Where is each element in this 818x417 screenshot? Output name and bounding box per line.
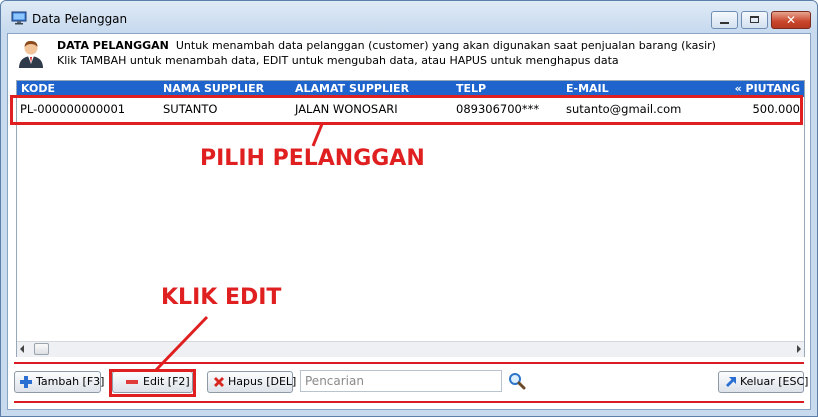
close-icon: ✕ [785, 13, 797, 27]
minimize-button[interactable] [711, 11, 738, 29]
magnifier-icon[interactable] [508, 372, 526, 390]
horizontal-scrollbar[interactable] [17, 341, 804, 357]
maximize-icon [750, 16, 759, 23]
x-icon [214, 377, 224, 387]
plus-icon [20, 376, 32, 388]
select-row-highlight [10, 95, 803, 125]
window-title: Data Pelanggan [32, 12, 128, 26]
minimize-icon [720, 22, 729, 24]
header-description: Untuk menambah data pelanggan (customer)… [175, 39, 716, 52]
edit-button-highlight [109, 369, 196, 397]
exit-button[interactable]: Keluar [ESC] [718, 371, 808, 393]
maximize-button[interactable] [741, 11, 768, 29]
scroll-thumb[interactable] [34, 343, 49, 355]
info-header: DATA PELANGGAN Untuk menambah data pelan… [8, 34, 810, 74]
annotation-select-customer: PILIH PELANGGAN [200, 146, 425, 171]
monitor-icon [11, 11, 27, 25]
scroll-right-icon[interactable] [797, 345, 801, 353]
delete-button-label: Hapus [DEL] [228, 375, 297, 388]
toolbar-bottom-line [14, 401, 804, 403]
arrow-icon [726, 377, 736, 387]
title-bar[interactable]: Data Pelanggan ✕ [1, 1, 817, 33]
header-line1: DATA PELANGGAN Untuk menambah data pelan… [57, 39, 716, 52]
header-instructions: Klik TAMBAH untuk menambah data, EDIT un… [57, 54, 619, 67]
header-title: DATA PELANGGAN [57, 39, 169, 52]
close-button[interactable]: ✕ [771, 11, 811, 29]
exit-button-label: Keluar [ESC] [740, 375, 809, 388]
person-icon [19, 40, 43, 68]
scroll-left-icon[interactable] [20, 345, 24, 353]
toolbar-top-line [14, 362, 804, 364]
delete-button[interactable]: Hapus [DEL] [207, 371, 297, 393]
add-button-label: Tambah [F3] [36, 375, 105, 388]
add-button[interactable]: Tambah [F3] [14, 371, 105, 393]
client-area: DATA PELANGGAN Untuk menambah data pelan… [7, 33, 811, 410]
data-pelanggan-window: Data Pelanggan ✕ DATA PELANGGAN Untuk me… [0, 0, 818, 417]
annotation-click-edit: KLIK EDIT [161, 285, 282, 310]
search-input[interactable] [300, 370, 502, 392]
